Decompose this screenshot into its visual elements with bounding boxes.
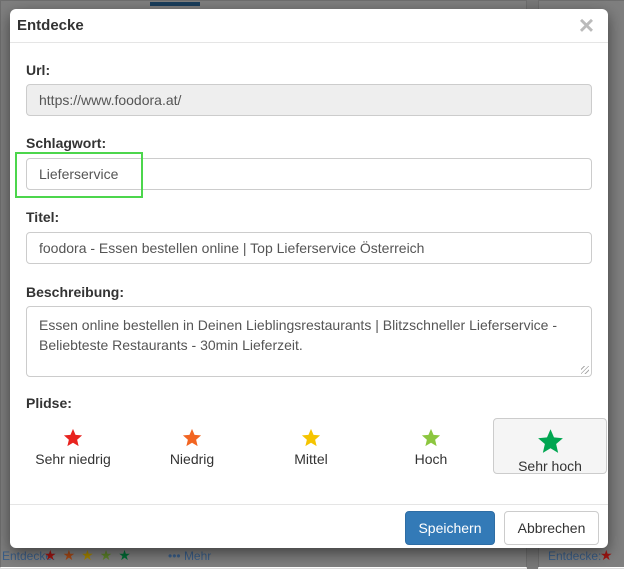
rating-options: Sehr niedrig Niedrig Mittel Hoch Sehr ho… [10, 418, 608, 474]
cancel-button[interactable]: Abbrechen [504, 511, 599, 545]
star-icon [63, 428, 83, 447]
title-field[interactable]: foodora - Essen bestellen online | Top L… [26, 232, 592, 264]
description-text: Essen online bestellen in Deinen Lieblin… [39, 317, 558, 353]
rating-option-label: Sehr hoch [518, 458, 582, 474]
url-field[interactable]: https://www.foodora.at/ [26, 84, 592, 116]
rating-option-sehr-niedrig[interactable]: Sehr niedrig [16, 418, 130, 474]
rating-option-label: Sehr niedrig [35, 451, 111, 467]
background-rating-stars: ★★★★★ [44, 547, 137, 563]
rating-option-label: Hoch [414, 451, 448, 467]
description-label: Beschreibung: [26, 284, 125, 300]
title-label: Titel: [26, 209, 60, 225]
star-icon [301, 428, 321, 447]
rating-option-label: Mittel [294, 451, 328, 467]
entdecke-modal: Entdecke × Url: https://www.foodora.at/ … [10, 9, 608, 548]
url-label: Url: [26, 62, 51, 78]
star-icon [182, 428, 202, 447]
star-icon [421, 428, 441, 447]
modal-footer: Speichern Abbrechen [10, 504, 608, 549]
star-icon [537, 429, 563, 453]
keyword-label: Schlagwort: [26, 135, 107, 151]
rating-option-label: Niedrig [169, 451, 215, 467]
rating-option-hoch[interactable]: Hoch [374, 418, 488, 474]
background-star-icon: ★ [600, 547, 613, 563]
close-icon[interactable]: × [579, 12, 594, 38]
modal-header: Entdecke × [10, 9, 608, 43]
background-entdecke-label-right: Entdecke: [548, 549, 602, 563]
rating-option-sehr-hoch[interactable]: Sehr hoch [493, 418, 607, 474]
keyword-field[interactable]: Lieferservice [26, 158, 592, 190]
save-button[interactable]: Speichern [405, 511, 495, 545]
rating-option-niedrig[interactable]: Niedrig [135, 418, 249, 474]
description-field[interactable]: Essen online bestellen in Deinen Lieblin… [26, 306, 592, 377]
rating-label: Plidse: [26, 395, 72, 411]
rating-option-mittel[interactable]: Mittel [254, 418, 368, 474]
resize-grip-icon[interactable] [581, 366, 589, 374]
background-more-link[interactable]: ••• Mehr [168, 549, 211, 563]
modal-title: Entdecke [17, 17, 84, 34]
